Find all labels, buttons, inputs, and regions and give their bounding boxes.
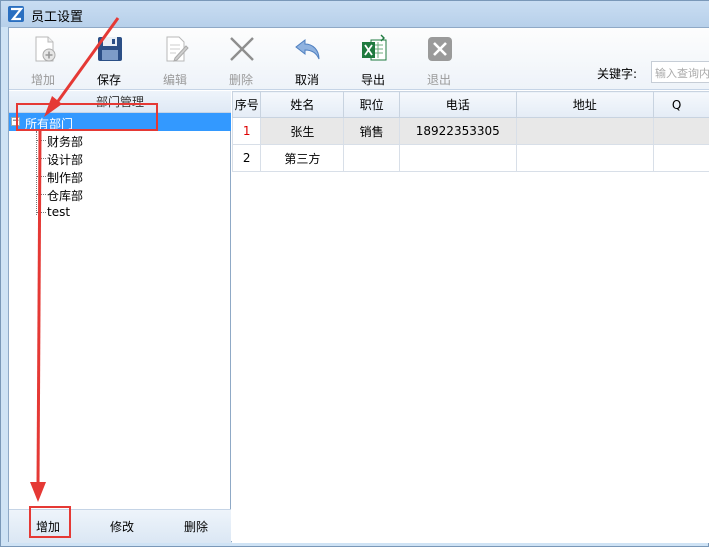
cell-q[interactable] xyxy=(652,117,709,145)
tree-item-design[interactable]: 设计部 xyxy=(36,149,226,167)
cell-phone[interactable] xyxy=(398,144,517,172)
window-title: 员工设置 xyxy=(31,10,84,25)
cell-position[interactable] xyxy=(343,144,400,172)
column-header-name[interactable]: 姓名 xyxy=(260,91,345,118)
excel-icon xyxy=(359,34,389,64)
add-department-button[interactable]: 增加 xyxy=(36,518,60,535)
tree-item-test[interactable]: test xyxy=(36,203,226,221)
row-number: 1 xyxy=(232,117,262,145)
keyword-search-input[interactable]: 输入查询内 xyxy=(651,61,709,83)
x-mark-icon xyxy=(227,34,257,64)
cell-q[interactable] xyxy=(652,144,709,172)
cell-name[interactable]: 张生 xyxy=(260,117,345,145)
client-area: 增加 保存 编辑 删除 取消 导出 退出 关键字: 输入查询内 部门管理 − 所… xyxy=(8,27,709,543)
floppy-disk-icon xyxy=(95,34,125,64)
close-box-icon xyxy=(425,34,455,64)
keyword-placeholder: 输入查询内 xyxy=(655,67,709,80)
add-page-icon xyxy=(29,34,59,64)
department-panel-footer: 增加 修改 删除 xyxy=(9,509,231,543)
cell-address[interactable] xyxy=(515,117,654,145)
edit-button[interactable]: 编辑 xyxy=(147,32,203,88)
keyword-label: 关键字: xyxy=(597,67,638,81)
app-logo-icon xyxy=(8,6,24,22)
column-header-no[interactable]: 序号 xyxy=(232,91,262,118)
row-number: 2 xyxy=(232,144,262,172)
cell-name[interactable]: 第三方 xyxy=(260,144,345,172)
tree-item-production[interactable]: 制作部 xyxy=(36,167,226,185)
title-bar: 员工设置 xyxy=(1,1,709,27)
toolbar: 增加 保存 编辑 删除 取消 导出 退出 关键字: 输入查询内 xyxy=(9,28,709,90)
column-header-phone[interactable]: 电话 xyxy=(398,91,517,118)
cancel-button[interactable]: 取消 xyxy=(279,32,335,88)
employee-settings-window: 员工设置 增加 保存 编辑 删除 取消 导出 退出 关键字: 输入查询内 部门管… xyxy=(0,0,709,547)
department-panel-header: 部门管理 xyxy=(9,91,231,113)
delete-button[interactable]: 删除 xyxy=(213,32,269,88)
table-row[interactable]: 1 张生 销售 18922353305 xyxy=(232,117,709,145)
collapse-toggle-icon[interactable]: − xyxy=(11,117,20,126)
delete-department-button[interactable]: 删除 xyxy=(184,518,208,535)
modify-department-button[interactable]: 修改 xyxy=(110,518,134,535)
column-header-address[interactable]: 地址 xyxy=(515,91,654,118)
employee-table: 序号 姓名 职位 电话 地址 Q 1 张生 销售 18922353305 2 第… xyxy=(232,91,709,543)
export-button[interactable]: 导出 xyxy=(345,32,401,88)
exit-button[interactable]: 退出 xyxy=(411,32,467,88)
tree-item-finance[interactable]: 财务部 xyxy=(36,131,226,149)
department-tree: − 所有部门 财务部 设计部 制作部 仓库部 test xyxy=(9,113,231,503)
cell-position[interactable]: 销售 xyxy=(343,117,400,145)
edit-page-icon xyxy=(161,34,191,64)
undo-arrow-icon xyxy=(293,34,323,64)
column-header-position[interactable]: 职位 xyxy=(343,91,400,118)
tree-item-all-departments[interactable]: − 所有部门 xyxy=(9,113,231,131)
column-header-q[interactable]: Q xyxy=(652,91,709,118)
table-header-row: 序号 姓名 职位 电话 地址 Q xyxy=(232,91,709,118)
cell-phone[interactable]: 18922353305 xyxy=(398,117,517,145)
save-button[interactable]: 保存 xyxy=(81,32,137,88)
tree-item-warehouse[interactable]: 仓库部 xyxy=(36,185,226,203)
cell-address[interactable] xyxy=(515,144,654,172)
table-row[interactable]: 2 第三方 xyxy=(232,144,709,172)
department-panel: 部门管理 − 所有部门 财务部 设计部 制作部 仓库部 test 增加 修改 删… xyxy=(9,91,231,543)
add-employee-button[interactable]: 增加 xyxy=(15,32,71,88)
